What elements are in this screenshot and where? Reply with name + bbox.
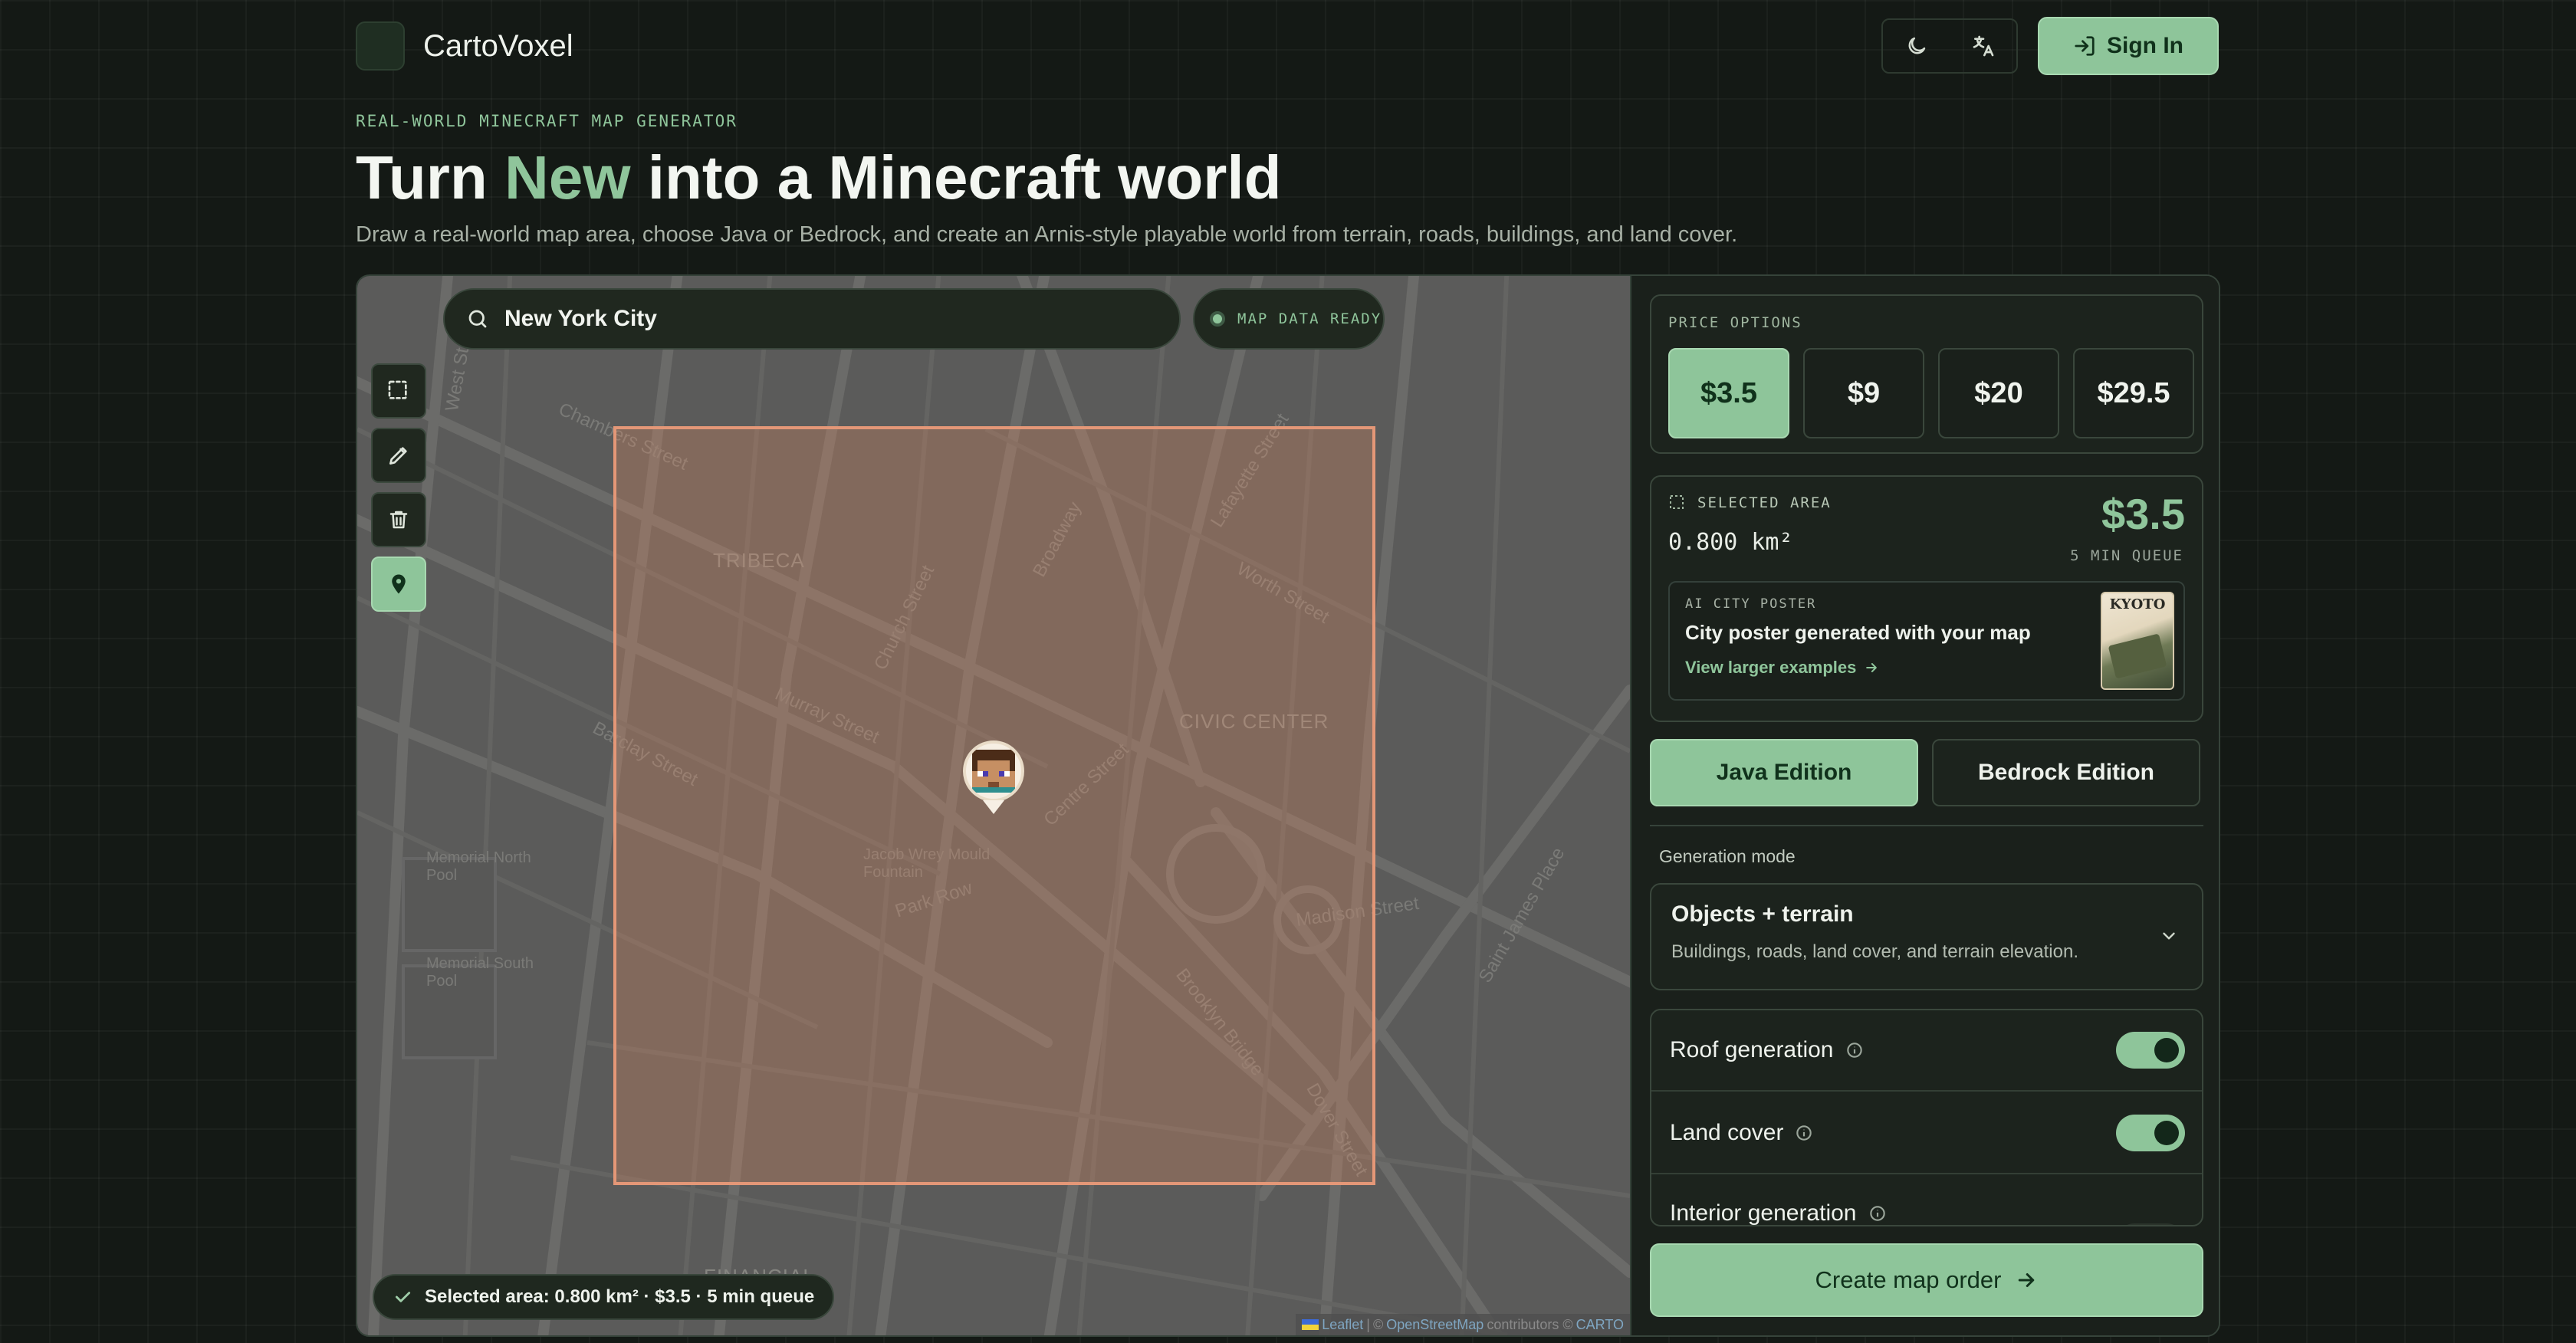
- queue-label: 5 MIN QUEUE: [2070, 547, 2183, 564]
- edition-selector: Java Edition Bedrock Edition: [1650, 739, 2200, 806]
- price-option-9[interactable]: $9: [1803, 348, 1924, 438]
- order-sidebar: PRICE OPTIONS $3.5 $9 $20 $29.5 SELECTED…: [1630, 276, 2219, 1335]
- ukraine-flag-icon: [1302, 1319, 1319, 1330]
- create-map-order-button[interactable]: Create map order: [1650, 1243, 2203, 1317]
- generation-mode-select[interactable]: Objects + terrain Buildings, roads, land…: [1650, 883, 2203, 990]
- status-dot-icon: [1210, 311, 1225, 327]
- ai-poster-card[interactable]: AI CITY POSTER City poster generated wit…: [1668, 581, 2185, 701]
- brand-name[interactable]: CartoVoxel: [423, 26, 573, 66]
- land-cover-label: Land cover: [1670, 1120, 1784, 1145]
- option-land-cover: Land cover: [1651, 1093, 2202, 1174]
- poster-eyebrow: AI CITY POSTER: [1685, 596, 1817, 612]
- selection-summary-text: Selected area: 0.800 km² · $3.5 · 5 min …: [425, 1286, 815, 1307]
- price-option-29-5[interactable]: $29.5: [2073, 348, 2194, 438]
- selected-area-header: SELECTED AREA: [1668, 494, 1832, 512]
- osm-link[interactable]: OpenStreetMap: [1386, 1317, 1484, 1333]
- mode-title: Objects + terrain: [1671, 901, 1854, 927]
- selection-summary-pill: Selected area: 0.800 km² · $3.5 · 5 min …: [373, 1274, 835, 1320]
- map-status-badge: MAP DATA READY: [1193, 288, 1385, 350]
- options-list: Roof generation Land cover Interior gene…: [1650, 1009, 2203, 1226]
- draw-tool[interactable]: [371, 428, 426, 483]
- selected-area-label: SELECTED AREA: [1697, 494, 1832, 511]
- map-pin-icon: [392, 574, 406, 594]
- brand-logo[interactable]: [356, 21, 405, 71]
- header-icon-group: [1881, 18, 2018, 74]
- hero-title-suffix: into a Minecraft world: [647, 143, 1282, 212]
- select-area-small-icon: [1670, 495, 1684, 509]
- delete-tool[interactable]: [371, 492, 426, 547]
- trash-icon: [389, 511, 408, 529]
- price-options-label: PRICE OPTIONS: [1668, 314, 1802, 331]
- chevron-down-icon: [2163, 932, 2175, 940]
- map-attribution: Leaflet | © OpenStreetMap contributors ©…: [1296, 1314, 1630, 1335]
- price-options-card: PRICE OPTIONS $3.5 $9 $20 $29.5: [1650, 294, 2203, 454]
- select-area-icon: [388, 380, 407, 399]
- price-options: $3.5 $9 $20 $29.5: [1668, 348, 2194, 438]
- poster-title: City poster generated with your map: [1685, 621, 2031, 644]
- theme-toggle-button[interactable]: [1883, 20, 1950, 72]
- hero-title-prefix: Turn: [356, 143, 488, 212]
- search-icon: [468, 310, 487, 328]
- poster-thumb-text: KYOTO: [2109, 596, 2166, 612]
- hero-title: Turn New into a Minecraft world: [356, 136, 1281, 219]
- interior-generation-toggle[interactable]: [2116, 1223, 2185, 1225]
- check-icon: [396, 1292, 411, 1302]
- selected-area-value: 0.800 km²: [1668, 529, 1793, 556]
- mode-description: Buildings, roads, land cover, and terrai…: [1671, 941, 2078, 962]
- map-canvas[interactable]: TRIBECA CIVIC CENTER FINANCIAL West Stre…: [357, 276, 1630, 1335]
- map-status-text: MAP DATA READY: [1237, 310, 1382, 327]
- option-interior-generation: Interior generation: [1651, 1176, 2202, 1226]
- attribution-separator: |: [1366, 1316, 1370, 1332]
- selected-area-card: SELECTED AREA 0.800 km² $3.5 5 MIN QUEUE…: [1650, 475, 2203, 722]
- map-label-memorial-north: Memorial North Pool: [426, 849, 531, 884]
- attribution-copyright: ©: [1372, 1316, 1384, 1332]
- roof-generation-toggle[interactable]: [2116, 1032, 2185, 1069]
- arrow-right-icon: [1866, 663, 1878, 672]
- interior-generation-label: Interior generation: [1670, 1200, 1857, 1226]
- sidebar-divider: [1650, 825, 2203, 826]
- player-avatar-icon: [963, 740, 1024, 802]
- land-cover-toggle[interactable]: [2116, 1115, 2185, 1151]
- attribution-contributors: contributors ©: [1487, 1316, 1573, 1332]
- language-button[interactable]: [1950, 20, 2016, 72]
- pencil-icon: [389, 447, 407, 465]
- create-map-order-label: Create map order: [1815, 1266, 2002, 1293]
- info-icon[interactable]: [1868, 1203, 1888, 1223]
- option-roof-generation: Roof generation: [1651, 1010, 2202, 1092]
- carto-link[interactable]: CARTO: [1576, 1317, 1624, 1333]
- generation-mode-label: Generation mode: [1659, 846, 1796, 866]
- bedrock-edition-button[interactable]: Bedrock Edition: [1932, 739, 2200, 806]
- moon-icon: [1908, 37, 1925, 54]
- poster-thumbnail: KYOTO: [2101, 592, 2174, 690]
- info-icon[interactable]: [1845, 1040, 1865, 1060]
- map-label-memorial-south: Memorial South Pool: [426, 955, 534, 990]
- location-search[interactable]: [443, 288, 1181, 350]
- hero-eyebrow: REAL-WORLD MINECRAFT MAP GENERATOR: [356, 112, 738, 130]
- roof-generation-label: Roof generation: [1670, 1037, 1834, 1062]
- view-examples-link[interactable]: View larger examples: [1685, 658, 1879, 678]
- price-option-3-5[interactable]: $3.5: [1668, 348, 1789, 438]
- generator-panel: TRIBECA CIVIC CENTER FINANCIAL West Stre…: [356, 274, 2220, 1337]
- sign-in-button[interactable]: Sign In: [2038, 17, 2219, 75]
- translate-icon: [1973, 35, 1993, 57]
- sign-in-label: Sign In: [2107, 33, 2183, 58]
- search-input[interactable]: [504, 306, 1164, 332]
- sign-in-icon: [2075, 36, 2095, 56]
- player-marker[interactable]: [960, 740, 1027, 817]
- select-area-tool[interactable]: [371, 363, 426, 419]
- selected-price: $3.5: [2101, 490, 2185, 538]
- price-option-20[interactable]: $20: [1938, 348, 2059, 438]
- hero-title-accent: New: [504, 143, 631, 212]
- info-icon[interactable]: [1794, 1123, 1814, 1143]
- leaflet-link[interactable]: Leaflet: [1322, 1317, 1363, 1333]
- java-edition-button[interactable]: Java Edition: [1650, 739, 1918, 806]
- arrow-right-icon: [2019, 1273, 2035, 1287]
- place-marker-tool[interactable]: [371, 557, 426, 612]
- view-examples-label: View larger examples: [1685, 658, 1857, 677]
- hero-subtitle: Draw a real-world map area, choose Java …: [356, 222, 1738, 247]
